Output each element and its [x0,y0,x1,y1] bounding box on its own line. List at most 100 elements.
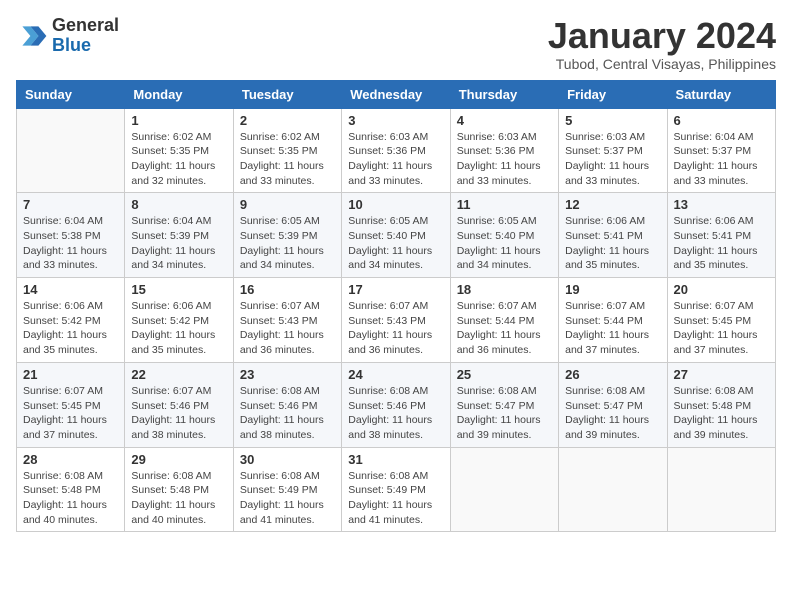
title-section: January 2024 Tubod, Central Visayas, Phi… [548,16,776,72]
day-detail: Sunrise: 6:05 AMSunset: 5:40 PMDaylight:… [348,214,443,273]
day-number: 14 [23,282,118,297]
day-detail: Sunrise: 6:05 AMSunset: 5:40 PMDaylight:… [457,214,552,273]
calendar-cell: 27 Sunrise: 6:08 AMSunset: 5:48 PMDayligh… [667,362,775,447]
calendar-cell: 12 Sunrise: 6:06 AMSunset: 5:41 PMDayligh… [559,193,667,278]
calendar-body: 1 Sunrise: 6:02 AMSunset: 5:35 PMDaylight… [17,108,776,532]
day-detail: Sunrise: 6:05 AMSunset: 5:39 PMDaylight:… [240,214,335,273]
day-number: 20 [674,282,769,297]
day-detail: Sunrise: 6:08 AMSunset: 5:49 PMDaylight:… [240,469,335,528]
calendar-table: SundayMondayTuesdayWednesdayThursdayFrid… [16,80,776,533]
day-number: 3 [348,113,443,128]
calendar-cell: 23 Sunrise: 6:08 AMSunset: 5:46 PMDayligh… [233,362,341,447]
day-header-monday: Monday [125,80,233,108]
day-number: 5 [565,113,660,128]
day-number: 21 [23,367,118,382]
day-detail: Sunrise: 6:07 AMSunset: 5:43 PMDaylight:… [240,299,335,358]
day-detail: Sunrise: 6:06 AMSunset: 5:41 PMDaylight:… [674,214,769,273]
calendar-cell: 9 Sunrise: 6:05 AMSunset: 5:39 PMDaylight… [233,193,341,278]
calendar-cell: 17Sunrise: 6:07 AMSunset: 5:43 PMDayligh… [342,278,450,363]
day-number: 16 [240,282,335,297]
page-header: General Blue January 2024 Tubod, Central… [16,16,776,72]
calendar-cell: 3Sunrise: 6:03 AMSunset: 5:36 PMDaylight… [342,108,450,193]
day-detail: Sunrise: 6:02 AMSunset: 5:35 PMDaylight:… [131,130,226,189]
calendar-cell: 22 Sunrise: 6:07 AMSunset: 5:46 PMDayligh… [125,362,233,447]
logo: General Blue [16,16,119,56]
calendar-cell: 26 Sunrise: 6:08 AMSunset: 5:47 PMDayligh… [559,362,667,447]
calendar-cell: 10 Sunrise: 6:05 AMSunset: 5:40 PMDayligh… [342,193,450,278]
calendar-week-row: 7 Sunrise: 6:04 AMSunset: 5:38 PMDaylight… [17,193,776,278]
logo-general: General [52,16,119,36]
day-number: 28 [23,452,118,467]
day-number: 7 [23,197,118,212]
day-header-wednesday: Wednesday [342,80,450,108]
day-number: 6 [674,113,769,128]
logo-blue: Blue [52,36,119,56]
day-number: 26 [565,367,660,382]
day-detail: Sunrise: 6:07 AMSunset: 5:45 PMDaylight:… [23,384,118,443]
calendar-week-row: 14 Sunrise: 6:06 AMSunset: 5:42 PMDayligh… [17,278,776,363]
day-detail: Sunrise: 6:04 AMSunset: 5:39 PMDaylight:… [131,214,226,273]
day-detail: Sunrise: 6:08 AMSunset: 5:49 PMDaylight:… [348,469,443,528]
day-detail: Sunrise: 6:08 AMSunset: 5:47 PMDaylight:… [565,384,660,443]
day-number: 1 [131,113,226,128]
day-number: 9 [240,197,335,212]
day-detail: Sunrise: 6:07 AMSunset: 5:46 PMDaylight:… [131,384,226,443]
day-number: 22 [131,367,226,382]
day-detail: Sunrise: 6:06 AMSunset: 5:42 PMDaylight:… [23,299,118,358]
day-detail: Sunrise: 6:07 AMSunset: 5:45 PMDaylight:… [674,299,769,358]
day-header-thursday: Thursday [450,80,558,108]
calendar-header-row: SundayMondayTuesdayWednesdayThursdayFrid… [17,80,776,108]
day-number: 12 [565,197,660,212]
day-number: 2 [240,113,335,128]
calendar-cell: 1 Sunrise: 6:02 AMSunset: 5:35 PMDaylight… [125,108,233,193]
day-number: 27 [674,367,769,382]
day-number: 19 [565,282,660,297]
day-number: 23 [240,367,335,382]
day-number: 31 [348,452,443,467]
day-detail: Sunrise: 6:08 AMSunset: 5:48 PMDaylight:… [674,384,769,443]
calendar-cell: 24 Sunrise: 6:08 AMSunset: 5:46 PMDayligh… [342,362,450,447]
calendar-cell: 20 Sunrise: 6:07 AMSunset: 5:45 PMDayligh… [667,278,775,363]
day-number: 25 [457,367,552,382]
calendar-week-row: 1 Sunrise: 6:02 AMSunset: 5:35 PMDaylight… [17,108,776,193]
day-number: 24 [348,367,443,382]
day-detail: Sunrise: 6:02 AMSunset: 5:35 PMDaylight:… [240,130,335,189]
day-detail: Sunrise: 6:04 AMSunset: 5:37 PMDaylight:… [674,130,769,189]
calendar-cell: 19 Sunrise: 6:07 AMSunset: 5:44 PMDayligh… [559,278,667,363]
day-number: 8 [131,197,226,212]
calendar-cell: 30 Sunrise: 6:08 AMSunset: 5:49 PMDayligh… [233,447,341,532]
day-detail: Sunrise: 6:04 AMSunset: 5:38 PMDaylight:… [23,214,118,273]
day-detail: Sunrise: 6:08 AMSunset: 5:47 PMDaylight:… [457,384,552,443]
calendar-cell: 31 Sunrise: 6:08 AMSunset: 5:49 PMDayligh… [342,447,450,532]
calendar-cell: 15 Sunrise: 6:06 AMSunset: 5:42 PMDayligh… [125,278,233,363]
calendar-cell: 11Sunrise: 6:05 AMSunset: 5:40 PMDayligh… [450,193,558,278]
day-number: 30 [240,452,335,467]
calendar-cell: 5Sunrise: 6:03 AMSunset: 5:37 PMDaylight… [559,108,667,193]
location-subtitle: Tubod, Central Visayas, Philippines [548,56,776,72]
day-detail: Sunrise: 6:07 AMSunset: 5:43 PMDaylight:… [348,299,443,358]
day-detail: Sunrise: 6:07 AMSunset: 5:44 PMDaylight:… [565,299,660,358]
day-header-tuesday: Tuesday [233,80,341,108]
month-title: January 2024 [548,16,776,56]
day-number: 15 [131,282,226,297]
day-detail: Sunrise: 6:08 AMSunset: 5:46 PMDaylight:… [348,384,443,443]
calendar-cell: 28 Sunrise: 6:08 AMSunset: 5:48 PMDayligh… [17,447,125,532]
calendar-cell: 6 Sunrise: 6:04 AMSunset: 5:37 PMDaylight… [667,108,775,193]
day-number: 13 [674,197,769,212]
day-header-friday: Friday [559,80,667,108]
day-detail: Sunrise: 6:08 AMSunset: 5:46 PMDaylight:… [240,384,335,443]
day-number: 18 [457,282,552,297]
day-number: 4 [457,113,552,128]
calendar-cell: 7 Sunrise: 6:04 AMSunset: 5:38 PMDaylight… [17,193,125,278]
day-detail: Sunrise: 6:06 AMSunset: 5:41 PMDaylight:… [565,214,660,273]
day-detail: Sunrise: 6:08 AMSunset: 5:48 PMDaylight:… [23,469,118,528]
day-number: 29 [131,452,226,467]
calendar-cell: 13 Sunrise: 6:06 AMSunset: 5:41 PMDayligh… [667,193,775,278]
calendar-cell: 25 Sunrise: 6:08 AMSunset: 5:47 PMDayligh… [450,362,558,447]
calendar-cell: 29 Sunrise: 6:08 AMSunset: 5:48 PMDayligh… [125,447,233,532]
day-detail: Sunrise: 6:06 AMSunset: 5:42 PMDaylight:… [131,299,226,358]
calendar-cell: 16 Sunrise: 6:07 AMSunset: 5:43 PMDayligh… [233,278,341,363]
day-number: 10 [348,197,443,212]
calendar-cell [450,447,558,532]
day-detail: Sunrise: 6:08 AMSunset: 5:48 PMDaylight:… [131,469,226,528]
